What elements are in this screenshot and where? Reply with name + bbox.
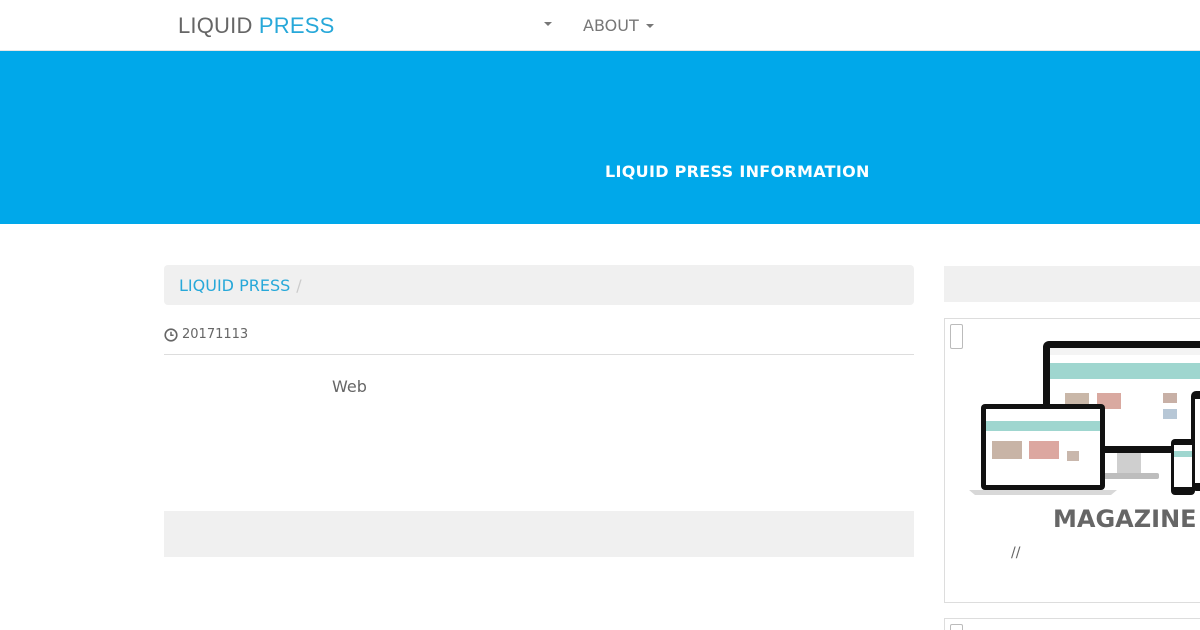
breadcrumb: LIQUID PRESS / bbox=[164, 265, 914, 305]
logo-text-press: PRESS bbox=[258, 13, 335, 38]
breadcrumb-home-link[interactable]: LIQUID PRESS bbox=[179, 276, 290, 295]
sidebar-heading-panel bbox=[944, 266, 1200, 302]
chevron-down-icon[interactable] bbox=[544, 22, 552, 26]
site-header: LIQUID PRESS ABOUT bbox=[0, 0, 1200, 51]
post-footer-panel bbox=[164, 511, 914, 557]
post-meta: 20171113 bbox=[164, 327, 914, 355]
banner-title: LIQUID PRESS INFORMATION bbox=[605, 162, 870, 181]
post-date: 20171113 bbox=[182, 327, 249, 342]
chevron-down-icon bbox=[645, 24, 654, 28]
breadcrumb-separator: / bbox=[296, 275, 302, 295]
post-body-text: Web bbox=[332, 377, 367, 396]
nav-item-about[interactable]: ABOUT bbox=[583, 15, 654, 35]
devices-image bbox=[969, 341, 1200, 495]
logo-text-liquid: LIQUID bbox=[178, 13, 253, 38]
nav-about-label: ABOUT bbox=[583, 15, 639, 35]
card-badge bbox=[950, 624, 963, 630]
card-subtitle: // bbox=[1011, 545, 1021, 561]
site-logo[interactable]: LIQUID PRESS bbox=[178, 13, 334, 39]
card-title: MAGAZINE bbox=[1053, 505, 1197, 533]
sidebar-card-2[interactable] bbox=[944, 618, 1200, 630]
hero-banner: LIQUID PRESS INFORMATION bbox=[0, 51, 1200, 224]
clock-icon bbox=[164, 328, 178, 342]
card-badge bbox=[950, 324, 963, 349]
sidebar-ad-card[interactable]: MAGAZINE // bbox=[944, 318, 1200, 603]
